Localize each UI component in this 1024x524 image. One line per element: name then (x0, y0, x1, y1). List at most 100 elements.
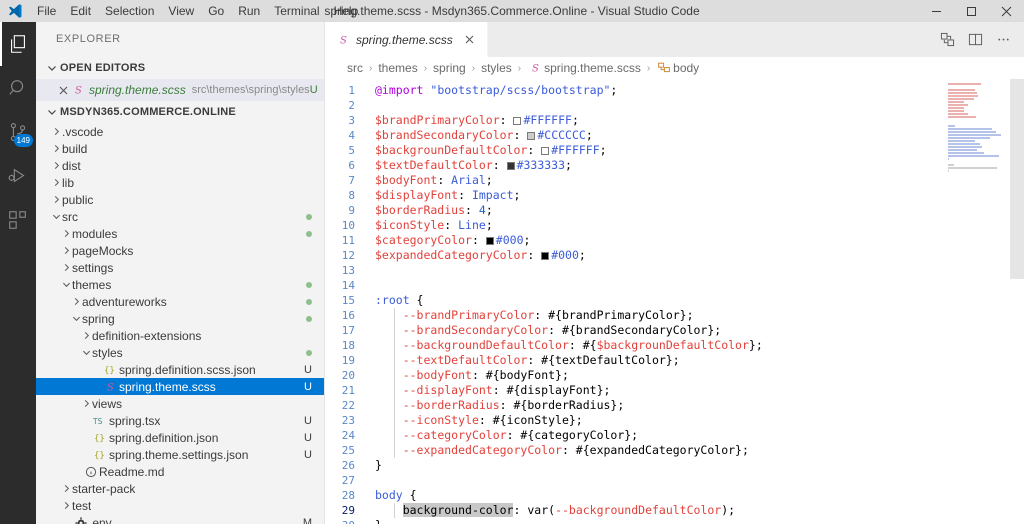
tree-item-styles[interactable]: styles (36, 344, 324, 361)
more-actions-icon[interactable] (990, 26, 1016, 54)
tree-item-themes[interactable]: themes (36, 276, 324, 293)
window-controls[interactable] (919, 0, 1024, 22)
section-open-editors[interactable]: OPEN EDITORS (36, 57, 324, 79)
minimap[interactable] (946, 79, 1010, 524)
code-line[interactable]: --displayFont: #{displayFont}; (363, 383, 1024, 398)
code-line[interactable]: --brandSecondaryColor: #{brandSecondaryC… (363, 323, 1024, 338)
tree-item-public[interactable]: public (36, 191, 324, 208)
tree-item-starter-pack[interactable]: starter-pack (36, 480, 324, 497)
activity-bar[interactable]: 149 (0, 22, 36, 524)
activity-item-source-control[interactable]: 149 (0, 110, 36, 154)
close-icon[interactable] (56, 83, 70, 97)
editor-tabs[interactable]: S spring.theme.scss (325, 22, 1024, 57)
code-line[interactable]: --iconStyle: #{iconStyle}; (363, 413, 1024, 428)
tree-item-definition-extensions[interactable]: definition-extensions (36, 327, 324, 344)
code-line[interactable]: $displayFont: Impact; (363, 188, 1024, 203)
code-line[interactable]: $backgrounDefaultColor: #FFFFFF; (363, 143, 1024, 158)
tree-item-adventureworks[interactable]: adventureworks (36, 293, 324, 310)
menu-go[interactable]: Go (201, 0, 231, 22)
section-project-root[interactable]: MSDYN365.COMMERCE.ONLINE (36, 101, 324, 123)
code-line[interactable]: --textDefaultColor: #{textDefaultColor}; (363, 353, 1024, 368)
color-swatch[interactable] (527, 132, 536, 140)
tree-item-test[interactable]: test (36, 497, 324, 514)
color-swatch[interactable] (513, 117, 522, 125)
tree-item-spring-theme-settings-json[interactable]: {} spring.theme.settings.json U (36, 446, 324, 463)
code-line[interactable]: --borderRadius: #{borderRadius}; (363, 398, 1024, 413)
code-line[interactable] (363, 278, 1024, 293)
breadcrumb-item-styles[interactable]: styles (481, 61, 512, 75)
code-line[interactable] (363, 98, 1024, 113)
split-editor-right-icon[interactable] (962, 26, 988, 54)
code-line[interactable]: } (363, 458, 1024, 473)
code-line[interactable]: background-color: var(--backgroundDefaul… (363, 503, 1024, 518)
menu-file[interactable]: File (30, 0, 63, 22)
code-line[interactable]: $borderRadius: 4; (363, 203, 1024, 218)
tree-item-spring-tsx[interactable]: TS spring.tsx U (36, 412, 324, 429)
tree-item-lib[interactable]: lib (36, 174, 324, 191)
code-line[interactable]: :root { (363, 293, 1024, 308)
code-editor[interactable]: 1 2 3 4 5 6 7 8 9 10 11 12 13 14 15 16 17 18 19 20 21 22 23 24 2… (325, 79, 1024, 524)
tree-item-modules[interactable]: modules (36, 225, 324, 242)
tab-spring-theme-scss[interactable]: S spring.theme.scss (325, 22, 488, 57)
code-line[interactable]: --expandedCategoryColor: #{expandedCateg… (363, 443, 1024, 458)
activity-item-run-and-debug[interactable] (0, 154, 36, 198)
menu-edit[interactable]: Edit (63, 0, 98, 22)
maximize-button[interactable] (954, 0, 989, 22)
menu-terminal[interactable]: Terminal (267, 0, 326, 22)
activity-item-extensions[interactable] (0, 198, 36, 242)
editor-scrollbar[interactable] (1010, 79, 1024, 524)
code-line[interactable]: body { (363, 488, 1024, 503)
breadcrumb-item-spring[interactable]: spring (433, 61, 466, 75)
close-button[interactable] (989, 0, 1024, 22)
code-line[interactable]: @import "bootstrap/scss/bootstrap"; (363, 83, 1024, 98)
activity-item-search[interactable] (0, 66, 36, 110)
code-line[interactable] (363, 473, 1024, 488)
color-swatch[interactable] (541, 252, 550, 260)
menu-bar[interactable]: File Edit Selection View Go Run Terminal… (30, 0, 365, 22)
code-line[interactable]: } (363, 518, 1024, 524)
code-content[interactable]: @import "bootstrap/scss/bootstrap"; $bran… (363, 79, 1024, 524)
color-swatch[interactable] (506, 162, 515, 170)
tree-item-views[interactable]: views (36, 395, 324, 412)
tree-item-src[interactable]: src (36, 208, 324, 225)
file-tree[interactable]: .vscode build dist lib public src modules pageM… (36, 123, 324, 524)
code-line[interactable]: --backgroundDefaultColor: #{$backgrounDe… (363, 338, 1024, 353)
code-line[interactable]: $categoryColor: #000; (363, 233, 1024, 248)
menu-view[interactable]: View (161, 0, 201, 22)
tree-item-pagemocks[interactable]: pageMocks (36, 242, 324, 259)
code-line[interactable] (363, 263, 1024, 278)
code-line[interactable]: --bodyFont: #{bodyFont}; (363, 368, 1024, 383)
breadcrumb[interactable]: src › themes › spring › styles › Sspring.theme.s… (325, 57, 1024, 79)
scrollbar-thumb[interactable] (1010, 79, 1024, 279)
code-line[interactable]: --categoryColor: #{categoryColor}; (363, 428, 1024, 443)
code-line[interactable]: $expandedCategoryColor: #000; (363, 248, 1024, 263)
menu-help[interactable]: Help (327, 0, 366, 22)
menu-run[interactable]: Run (231, 0, 267, 22)
tree-item-readme-md[interactable]: Readme.md (36, 463, 324, 480)
breadcrumb-item-spring-theme-scss[interactable]: Sspring.theme.scss (527, 60, 641, 76)
code-line[interactable]: $iconStyle: Line; (363, 218, 1024, 233)
editor-actions[interactable] (934, 22, 1024, 57)
code-line[interactable]: $bodyFont: Arial; (363, 173, 1024, 188)
open-changes-icon[interactable] (934, 26, 960, 54)
tree-item-build[interactable]: build (36, 140, 324, 157)
color-swatch[interactable] (541, 147, 550, 155)
code-line[interactable]: --brandPrimaryColor: #{brandPrimaryColor… (363, 308, 1024, 323)
minimize-button[interactable] (919, 0, 954, 22)
tree-item-dist[interactable]: dist (36, 157, 324, 174)
menu-selection[interactable]: Selection (98, 0, 161, 22)
activity-item-explorer[interactable] (0, 22, 36, 66)
breadcrumb-item-body[interactable]: body (656, 60, 699, 76)
tree-item-spring-definition-json[interactable]: {} spring.definition.json U (36, 429, 324, 446)
code-line[interactable]: $brandSecondaryColor: #CCCCCC; (363, 128, 1024, 143)
tree-item-vscode[interactable]: .vscode (36, 123, 324, 140)
tree-item-settings[interactable]: settings (36, 259, 324, 276)
breadcrumb-item-themes[interactable]: themes (378, 61, 417, 75)
tree-item-spring-theme-scss[interactable]: Sspring.theme.scss U (36, 378, 324, 395)
breadcrumb-item-src[interactable]: src (347, 61, 363, 75)
close-icon[interactable] (463, 33, 477, 47)
tree-item-env[interactable]: .env M (36, 514, 324, 524)
code-line[interactable]: $textDefaultColor: #333333; (363, 158, 1024, 173)
tree-item-spring[interactable]: spring (36, 310, 324, 327)
open-editor-item[interactable]: S spring.theme.scss src\themes\spring\st… (36, 79, 324, 101)
